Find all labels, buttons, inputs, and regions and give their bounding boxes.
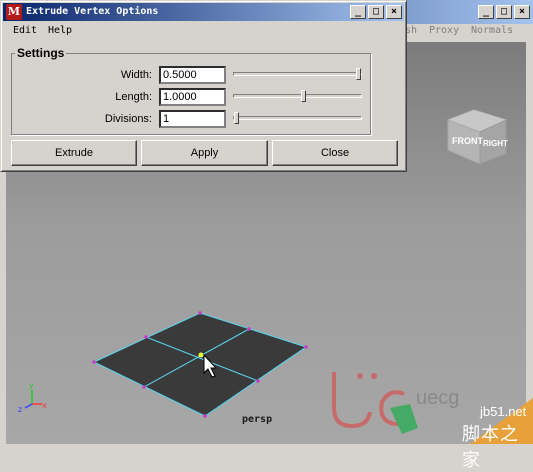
selected-vertex[interactable] [198,352,204,358]
main-close-button[interactable]: × [514,5,530,19]
length-slider[interactable] [233,90,362,102]
dialog-minimize-button[interactable]: _ [350,5,366,19]
settings-section-title: Settings [15,46,67,60]
dialog-close-button[interactable]: × [386,5,402,19]
watermark-cn: 脚本之家 [462,424,519,471]
extrude-vertex-options-dialog: M Extrude Vertex Options _ □ × Edit Help… [0,0,407,172]
menu-edit[interactable]: Edit [13,25,37,36]
width-label: Width: [120,69,152,81]
menu-proxy[interactable]: Proxy [429,25,459,36]
svg-text:y: y [29,381,34,390]
dialog-titlebar[interactable]: M Extrude Vertex Options _ □ × [3,3,404,21]
watermark-text: uecg [416,387,459,409]
length-label: Length: [115,91,152,103]
menu-help[interactable]: Help [48,25,72,36]
menu-normals[interactable]: Normals [471,25,513,36]
length-slider-handle[interactable] [301,90,306,102]
view-cube[interactable]: FRONT RIGHT [446,109,508,165]
camera-label: persp [242,414,273,425]
axis-gizmo-icon: y x z [18,381,47,414]
width-slider-handle[interactable] [356,68,361,80]
plane-mesh[interactable] [92,311,308,418]
close-button[interactable]: Close [272,140,398,166]
watermark-site: jb51.net [480,404,527,419]
divisions-label: Divisions: [104,113,152,125]
svg-text:z: z [18,405,22,414]
main-minimize-button[interactable]: _ [478,5,494,19]
width-slider[interactable] [233,68,362,80]
length-field[interactable]: 1.0000 [159,88,226,106]
extrude-button[interactable]: Extrude [11,140,137,166]
divisions-field[interactable]: 1 [159,110,226,128]
dialog-window-controls: _ □ × [350,5,402,19]
divisions-slider[interactable] [233,112,362,124]
apply-button[interactable]: Apply [141,140,268,166]
dialog-maximize-button[interactable]: □ [368,5,384,19]
dialog-title: Extrude Vertex Options [26,6,159,17]
view-cube-right-label: RIGHT [483,139,508,148]
maya-app-icon: M [6,4,22,20]
width-field[interactable]: 0.5000 [159,66,226,84]
svg-text:x: x [42,401,47,410]
divisions-slider-handle[interactable] [234,112,239,124]
view-cube-front-label: FRONT [452,136,483,146]
main-window-controls: _ □ × [478,5,530,19]
main-maximize-button[interactable]: □ [496,5,512,19]
